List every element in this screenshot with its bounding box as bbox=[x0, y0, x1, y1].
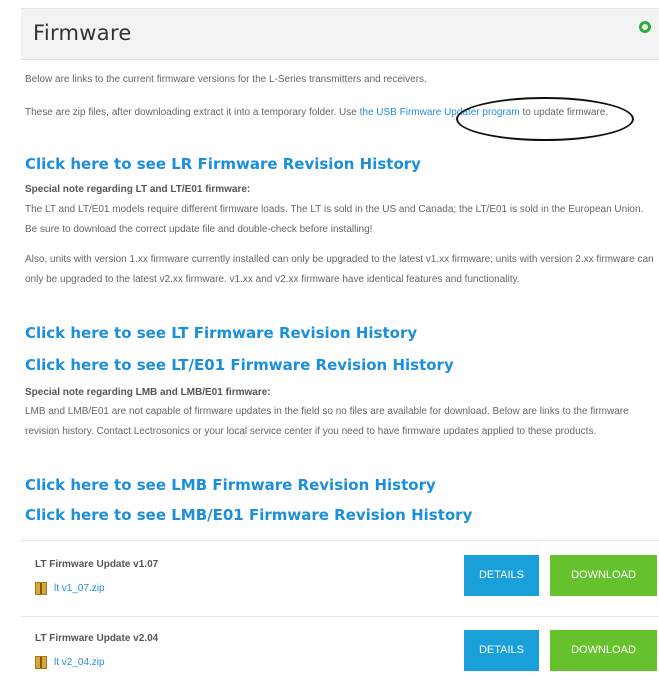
lmb-note-paragraph: LMB and LMB/E01 are not capable of firmw… bbox=[25, 406, 629, 437]
zip-file-icon bbox=[35, 656, 47, 669]
lmb-firmware-history-link[interactable]: Click here to see LMB Firmware Revision … bbox=[25, 476, 436, 494]
details-button[interactable]: DETAILS bbox=[464, 555, 539, 596]
zip-file-link[interactable]: lt v1_07.zip bbox=[54, 583, 105, 594]
lt-note-paragraph-1: The LT and LT/E01 models require differe… bbox=[25, 204, 644, 235]
lte01-firmware-history-link[interactable]: Click here to see LT/E01 Firmware Revisi… bbox=[25, 356, 454, 374]
details-button[interactable]: DETAILS bbox=[464, 630, 539, 671]
download-button[interactable]: DOWNLOAD bbox=[550, 630, 657, 671]
intro-text: Below are links to the current firmware … bbox=[25, 74, 427, 85]
download-row-title: LT Firmware Update v1.07 bbox=[35, 559, 159, 570]
lmb-note-heading: Special note regarding LMB and LMB/E01 f… bbox=[25, 387, 271, 398]
zip-file-link[interactable]: lt v2_04.zip bbox=[54, 657, 105, 668]
lmbe01-firmware-history-link[interactable]: Click here to see LMB/E01 Firmware Revis… bbox=[25, 506, 472, 524]
panel-title: Firmware bbox=[33, 21, 132, 45]
intro-instructions-text: These are zip files, after downloading e… bbox=[25, 107, 360, 118]
lt-note-paragraph-2: Also, units with version 1.xx firmware c… bbox=[25, 254, 654, 285]
lt-note-heading: Special note regarding LT and LT/E01 fir… bbox=[25, 184, 251, 195]
zip-file-icon bbox=[35, 582, 47, 595]
download-row-title: LT Firmware Update v2.04 bbox=[35, 633, 159, 644]
lt-firmware-history-link[interactable]: Click here to see LT Firmware Revision H… bbox=[25, 324, 417, 342]
divider bbox=[21, 540, 659, 541]
divider bbox=[21, 616, 659, 617]
download-button[interactable]: DOWNLOAD bbox=[550, 555, 657, 596]
collapse-toggle-icon[interactable] bbox=[639, 21, 651, 33]
lr-firmware-history-link[interactable]: Click here to see LR Firmware Revision H… bbox=[25, 155, 421, 173]
firmware-panel-header: Firmware bbox=[21, 8, 659, 60]
annotation-ellipse bbox=[456, 97, 634, 141]
